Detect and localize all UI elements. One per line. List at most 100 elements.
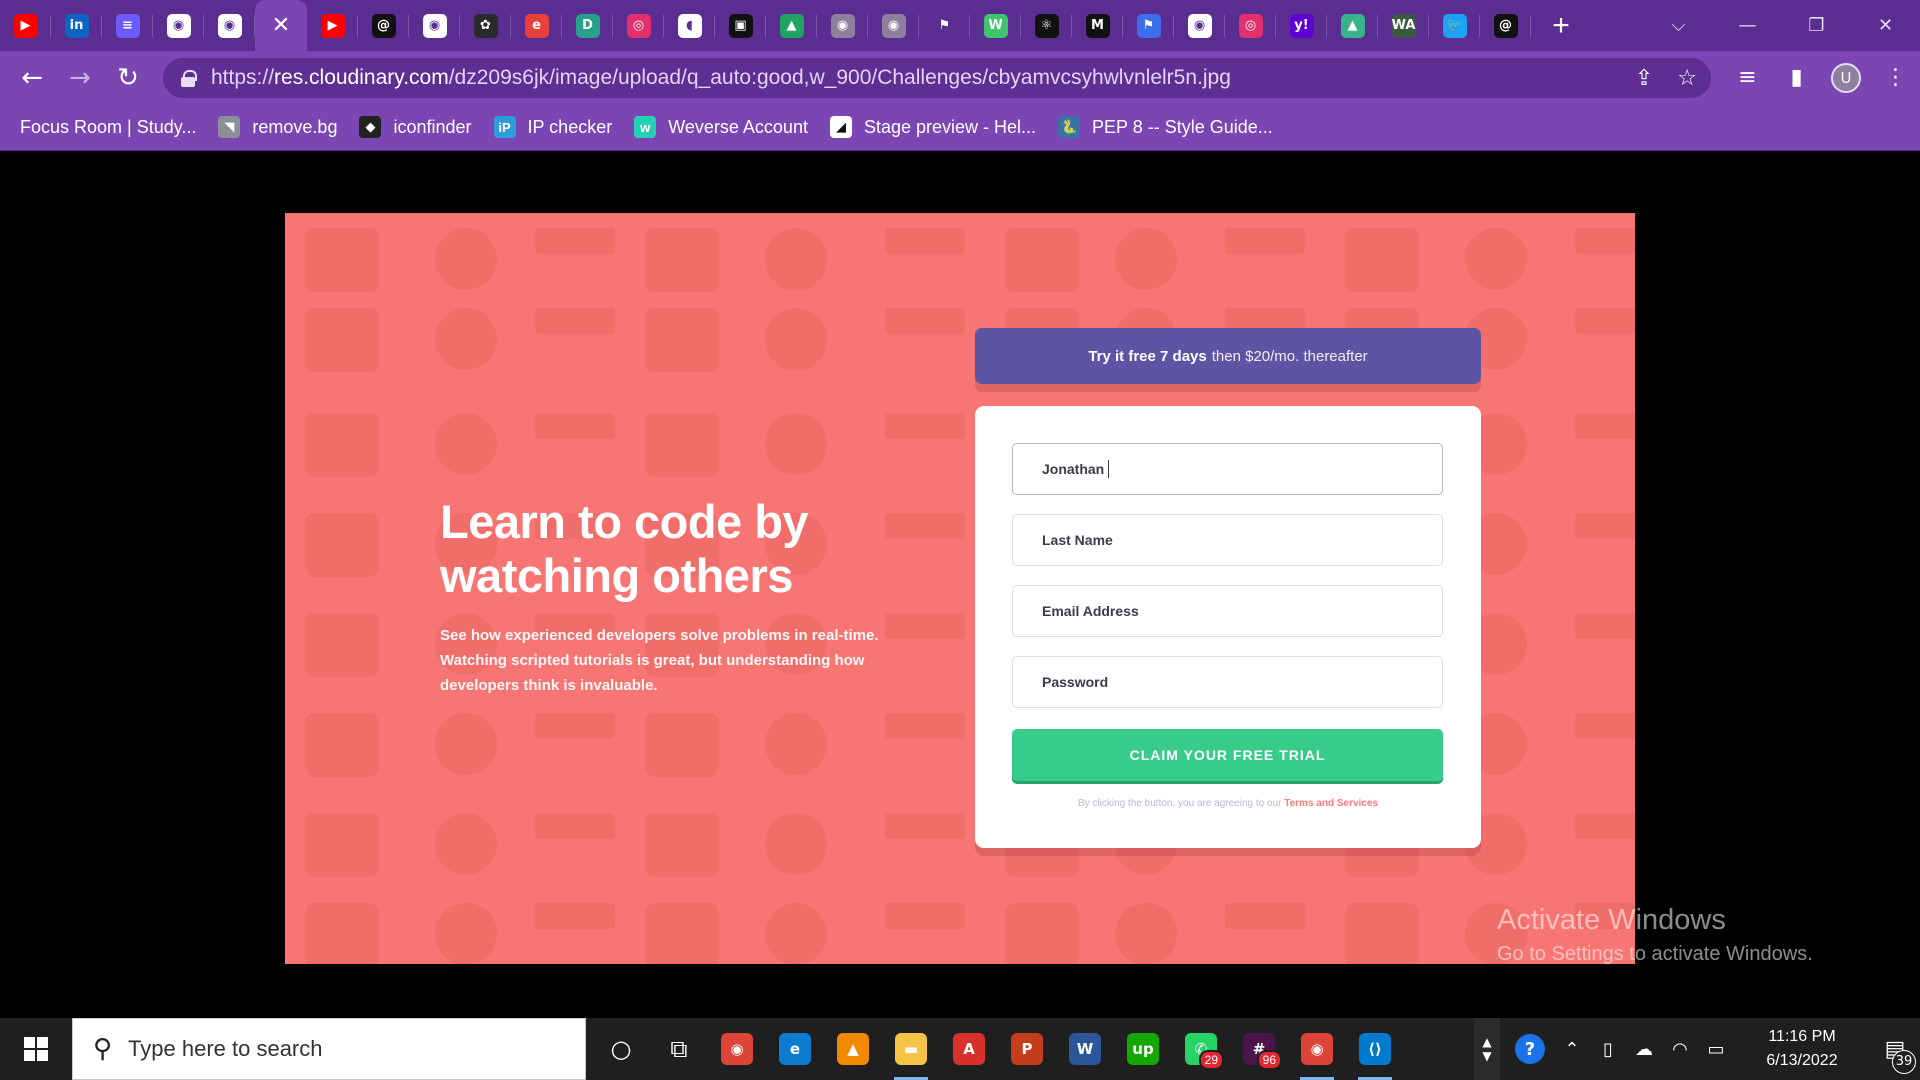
python-icon: 🐍 <box>1058 116 1081 138</box>
vscode-icon[interactable]: ⟨⟩ <box>1346 1018 1404 1080</box>
browser-tab[interactable]: ◎ <box>613 0 664 51</box>
weverse-icon: w <box>634 116 657 138</box>
taskbar-apps: ○ ⧉ ◉ e ▲ ▬ A P Wup ✆ 29 #96 ◉ ⟨⟩ <box>592 1018 1404 1080</box>
browser-tab[interactable]: WA <box>1378 0 1429 51</box>
slack-icon[interactable]: #96 <box>1230 1018 1288 1080</box>
offer-bold-text: Try it free 7 days <box>1088 347 1207 365</box>
acrobat-icon[interactable]: A <box>940 1018 998 1080</box>
browser-tab[interactable]: ◎ <box>1225 0 1276 51</box>
wifi-icon[interactable]: ◠ <box>1662 1039 1698 1060</box>
browser-tab[interactable]: ◉ <box>153 0 204 51</box>
file-explorer-icon[interactable]: ▬ <box>882 1018 940 1080</box>
browser-tab[interactable]: e <box>511 0 562 51</box>
last-name-field[interactable]: Last Name <box>1012 514 1443 566</box>
bookmark-item[interactable]: ◢ Stage preview - Hel... <box>829 116 1036 138</box>
bookmark-item[interactable]: iP IP checker <box>493 116 612 138</box>
browser-tab[interactable]: ✿ <box>460 0 511 51</box>
notifications-icon[interactable]: ▤ 39 <box>1870 1037 1920 1074</box>
bookmark-star-icon[interactable]: ☆ <box>1677 66 1697 91</box>
email-field[interactable]: Email Address <box>1012 585 1443 637</box>
threads-icon: @ <box>371 13 396 38</box>
taskbar-search[interactable]: ⚲ Type here to search <box>72 1018 586 1080</box>
browser-tab[interactable]: ⚑ <box>919 0 970 51</box>
whatsapp-icon[interactable]: ✆ 29 <box>1172 1018 1230 1080</box>
flag-icon: ⚑ <box>938 18 951 33</box>
browser-tab[interactable]: W <box>970 0 1021 51</box>
unread-badge: 29 <box>1198 1050 1224 1070</box>
new-tab-icon[interactable]: + <box>1531 0 1591 51</box>
browser-tab[interactable]: ◉ <box>817 0 868 51</box>
help-icon[interactable]: ? <box>1506 1034 1554 1064</box>
lock-icon[interactable] <box>181 70 197 87</box>
bookmarks-bar: Focus Room | Study... ◥ remove.bg ◆ iconfind… <box>0 104 1920 151</box>
edge-icon[interactable]: e <box>766 1018 824 1080</box>
browser-tab[interactable]: y! <box>1276 0 1327 51</box>
url-text[interactable]: https://res.cloudinary.com/dz209s6jk/ima… <box>211 66 1231 90</box>
browser-tab[interactable]: @ <box>1480 0 1531 51</box>
start-button[interactable] <box>0 1018 72 1080</box>
browser-tab[interactable]: ◖ <box>664 0 715 51</box>
device-icon[interactable]: ▯ <box>1590 1039 1626 1060</box>
browser-tab[interactable]: ≡ <box>102 0 153 51</box>
upwork-icon[interactable]: up <box>1114 1018 1172 1080</box>
show-hidden-icons-icon[interactable]: ⌃ <box>1554 1039 1590 1060</box>
reload-icon[interactable]: ↻ <box>104 56 152 100</box>
forward-icon[interactable]: → <box>56 56 104 100</box>
browser-tab[interactable]: in <box>51 0 102 51</box>
stack-icon: ≡ <box>115 13 140 38</box>
claim-trial-button[interactable]: CLAIM YOUR FREE TRIAL <box>1012 729 1443 781</box>
window-close-icon[interactable]: ✕ <box>1851 0 1920 51</box>
clock[interactable]: 11:16 PM 6/13/2022 <box>1742 1025 1862 1073</box>
browser-tab[interactable]: ◉ <box>204 0 255 51</box>
onedrive-icon[interactable]: ☁ <box>1626 1039 1662 1060</box>
system-tray: ▲ ▼ ? ⌃ ▯ ☁ ◠ ▭ 11:16 PM 6/13/2022 ▤ 39 <box>1474 1018 1920 1080</box>
browser-tab[interactable]: ▣ <box>715 0 766 51</box>
browser-tab[interactable]: M <box>1072 0 1123 51</box>
browser-tab[interactable]: ◉ <box>409 0 460 51</box>
bookmark-item[interactable]: Focus Room | Study... <box>20 117 196 138</box>
terms-link[interactable]: Terms and Services <box>1284 798 1378 809</box>
minimize-icon[interactable]: — <box>1713 0 1782 51</box>
media-controls-icon[interactable]: ≡ <box>1723 65 1772 90</box>
profile-avatar[interactable]: U <box>1831 62 1861 93</box>
password-placeholder: Password <box>1042 674 1109 690</box>
battery-icon[interactable]: ▭ <box>1698 1039 1734 1060</box>
browser-tab[interactable]: D <box>562 0 613 51</box>
browser-tab[interactable]: ⚛ <box>1021 0 1072 51</box>
back-icon[interactable]: ← <box>8 56 56 100</box>
browser-tab[interactable]: ▲ <box>766 0 817 51</box>
search-placeholder: Type here to search <box>128 1036 323 1061</box>
address-bar[interactable]: https://res.cloudinary.com/dz209s6jk/ima… <box>163 58 1711 98</box>
browser-tab[interactable]: ▲ <box>1327 0 1378 51</box>
word-icon[interactable]: W <box>1056 1018 1114 1080</box>
browser-tab[interactable]: ✕ <box>255 0 307 51</box>
cortana-icon[interactable]: ○ <box>592 1018 650 1080</box>
vlc-icon[interactable]: ▲ <box>824 1018 882 1080</box>
close-icon[interactable]: ✕ <box>272 13 290 38</box>
chrome-profile-icon[interactable]: ◉ <box>1288 1018 1346 1080</box>
side-panel-icon[interactable]: ▮ <box>1772 65 1821 90</box>
bookmark-item[interactable]: w Weverse Account <box>634 116 808 138</box>
powerpoint-glyph: P <box>1011 1033 1043 1065</box>
powerpoint-icon[interactable]: P <box>998 1018 1056 1080</box>
menu-icon[interactable]: ⋮ <box>1871 65 1920 90</box>
taskbar-scroll-icon[interactable]: ▲ ▼ <box>1474 1018 1500 1080</box>
tab-search-icon[interactable]: ⌵ <box>1644 0 1713 51</box>
browser-tab[interactable]: @ <box>358 0 409 51</box>
bookmark-item[interactable]: ◆ iconfinder <box>359 116 472 138</box>
share-icon[interactable]: ⇪ <box>1635 66 1653 91</box>
browser-tab[interactable]: ▶ <box>0 0 51 51</box>
browser-tab[interactable]: ◉ <box>1174 0 1225 51</box>
activate-title: Activate Windows <box>1497 904 1726 936</box>
browser-tab[interactable]: ⚑ <box>1123 0 1174 51</box>
bookmark-item[interactable]: ◥ remove.bg <box>218 116 337 138</box>
password-field[interactable]: Password <box>1012 656 1443 708</box>
restore-icon[interactable]: ❐ <box>1782 0 1851 51</box>
browser-tab[interactable]: ◉ <box>868 0 919 51</box>
first-name-field[interactable]: Jonathan <box>1012 443 1443 495</box>
browser-tab[interactable]: ▶ <box>307 0 358 51</box>
chrome-icon[interactable]: ◉ <box>708 1018 766 1080</box>
bookmark-item[interactable]: 🐍 PEP 8 -- Style Guide... <box>1058 116 1273 138</box>
task-view-icon[interactable]: ⧉ <box>650 1018 708 1080</box>
browser-tab[interactable]: 🐦 <box>1429 0 1480 51</box>
